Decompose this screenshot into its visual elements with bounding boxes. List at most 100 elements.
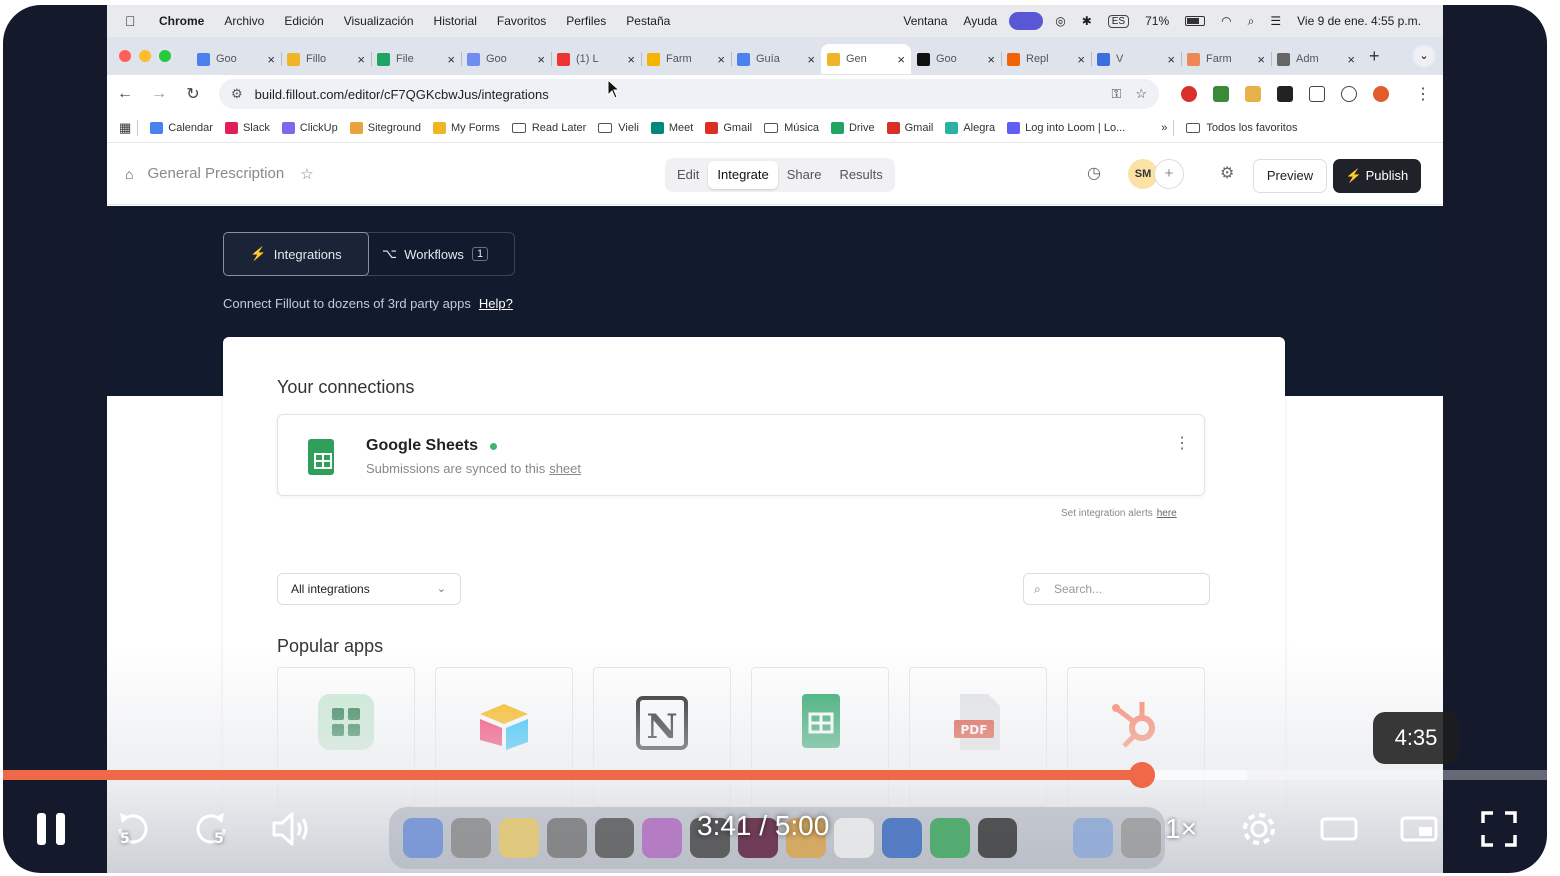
minimize-window-button[interactable] [139, 50, 151, 62]
menu-item[interactable]: Archivo [224, 14, 264, 28]
close-tab-icon[interactable]: × [1167, 52, 1175, 67]
close-tab-icon[interactable]: × [357, 52, 365, 67]
bookmarks-overflow[interactable]: » [1161, 122, 1167, 134]
tab-workflows[interactable]: ⌥ Workflows 1 [368, 233, 502, 275]
notes-icon[interactable] [498, 818, 539, 858]
apps-icon[interactable]: ▦ [119, 120, 131, 136]
downloads-folder-icon[interactable] [1073, 818, 1114, 858]
close-tab-icon[interactable]: × [447, 52, 455, 67]
menu-item[interactable]: Visualización [344, 14, 414, 28]
browser-tab[interactable]: Goo × [191, 44, 281, 74]
fullscreen-button[interactable] [1477, 807, 1521, 851]
profile-icon[interactable] [1373, 86, 1389, 102]
settings-button[interactable] [1237, 807, 1281, 851]
bookmark-item[interactable]: Siteground [349, 121, 421, 134]
tab-active[interactable]: Gen × [821, 44, 911, 74]
browser-tab[interactable]: File × [371, 44, 461, 74]
bookmark-item[interactable]: ClickUp [281, 121, 338, 134]
bookmark-star-icon[interactable]: ☆ [1135, 86, 1147, 102]
playback-speed-button[interactable]: 1× [1159, 807, 1203, 851]
bookmark-item[interactable]: Log into Loom | Lo... [1007, 121, 1125, 134]
bookmark-item[interactable]: Drive [830, 121, 875, 134]
search-input[interactable]: ⌕ Search... [1023, 573, 1210, 605]
menu-item[interactable]: Historial [434, 14, 477, 28]
help-link[interactable]: Help? [479, 296, 513, 311]
new-tab-button[interactable]: + [1369, 46, 1380, 67]
browser-tab[interactable]: V × [1091, 44, 1181, 74]
tab-integrate[interactable]: Integrate [708, 161, 778, 189]
close-window-button[interactable] [119, 50, 131, 62]
all-bookmarks[interactable]: Todos los favoritos [1186, 122, 1297, 134]
forward-button[interactable]: → [151, 85, 167, 103]
bookmark-item[interactable]: Vieli [598, 122, 639, 134]
menu-item[interactable]: Edición [284, 14, 323, 28]
connection-google-sheets[interactable]: Google Sheets Submissions are synced to … [277, 414, 1205, 496]
back-button[interactable]: ← [117, 85, 133, 103]
menu-item-ayuda[interactable]: Ayuda [963, 14, 997, 28]
theater-mode-button[interactable] [1317, 807, 1361, 851]
browser-tab[interactable]: Guía × [731, 44, 821, 74]
tab-results[interactable]: Results [830, 161, 891, 189]
browser-tab[interactable]: Goo × [911, 44, 1001, 74]
adblock-icon[interactable] [1181, 86, 1197, 102]
menu-item[interactable]: Pestaña [626, 14, 670, 28]
more-options-icon[interactable]: ⋮ [1174, 433, 1190, 453]
home-icon[interactable]: ⌂ [125, 166, 133, 182]
bookmark-item[interactable]: Slack [224, 121, 270, 134]
bookmark-item[interactable]: Música [764, 122, 819, 134]
favorite-star-icon[interactable]: ☆ [300, 165, 313, 183]
browser-tab[interactable]: Adm × [1271, 44, 1361, 74]
tab-integrations[interactable]: ⚡ Integrations [223, 232, 369, 276]
iphone-mirroring-icon[interactable] [594, 818, 635, 858]
reload-button[interactable]: ↻ [185, 84, 201, 104]
address-bar[interactable]: ⚙ build.fillout.com/editor/cF7QGKcbwJus/… [219, 79, 1159, 109]
close-tab-icon[interactable]: × [717, 52, 725, 67]
battery-icon[interactable] [1185, 16, 1206, 26]
extension-icon[interactable] [1213, 86, 1229, 102]
settings-gear-icon[interactable]: ⚙ [1220, 163, 1234, 183]
publish-button[interactable]: ⚡ Publish [1333, 159, 1421, 193]
tab-search-button[interactable]: ⌄ [1413, 45, 1435, 67]
form-name[interactable]: General Prescription [147, 165, 284, 182]
control-center-icon[interactable]: ☰ [1270, 14, 1281, 28]
puzzle-icon[interactable] [1309, 86, 1325, 102]
finder-icon[interactable] [403, 818, 443, 858]
launchpad-icon[interactable] [450, 818, 491, 858]
integration-filter-select[interactable]: All integrations ⌄ [277, 573, 461, 605]
bookmark-item[interactable]: Gmail [705, 121, 752, 134]
slack-icon[interactable] [642, 818, 683, 858]
bookmark-item[interactable]: Meet [650, 121, 693, 134]
alerts-link[interactable]: here [1157, 508, 1177, 519]
word-icon[interactable] [881, 818, 922, 858]
wifi-icon[interactable]: ◠ [1221, 14, 1231, 28]
apps-grid-icon[interactable] [1277, 86, 1293, 102]
airdrop-icon[interactable]: ◎ [1055, 14, 1065, 28]
close-tab-icon[interactable]: × [987, 52, 995, 67]
volume-button[interactable] [269, 807, 315, 851]
input-source[interactable]: ES [1107, 14, 1130, 28]
clock[interactable]: Vie 9 de ene. 4:55 p.m. [1297, 14, 1421, 28]
site-info-icon[interactable]: ⚙ [231, 86, 243, 102]
menu-item-ventana[interactable]: Ventana [903, 14, 947, 28]
tab-share[interactable]: Share [778, 161, 831, 189]
bookmark-item[interactable]: Read Later [511, 122, 586, 134]
apple-icon[interactable]:  [125, 14, 139, 28]
add-collaborator-button[interactable]: + [1154, 159, 1184, 189]
notion-icon[interactable] [833, 818, 874, 858]
close-tab-icon[interactable]: × [627, 52, 635, 67]
menu-item[interactable]: Favoritos [497, 14, 546, 28]
spotlight-icon[interactable]: ⌕ [1248, 14, 1255, 29]
forward-5-button[interactable]: 5 [191, 807, 233, 851]
sheet-link[interactable]: sheet [549, 461, 581, 476]
close-tab-icon[interactable]: × [1347, 52, 1355, 67]
close-tab-icon[interactable]: × [897, 52, 905, 67]
bookmark-item[interactable]: My Forms [432, 121, 500, 134]
tab-edit[interactable]: Edit [668, 161, 708, 189]
performance-icon[interactable] [1341, 86, 1357, 102]
whatsapp-icon[interactable] [929, 818, 970, 858]
bookmark-item[interactable]: Alegra [945, 121, 995, 134]
trash-icon[interactable] [1121, 818, 1161, 858]
screen-share-icon[interactable] [1009, 12, 1044, 30]
close-tab-icon[interactable]: × [1257, 52, 1265, 67]
bookmark-item[interactable]: Gmail [886, 121, 933, 134]
